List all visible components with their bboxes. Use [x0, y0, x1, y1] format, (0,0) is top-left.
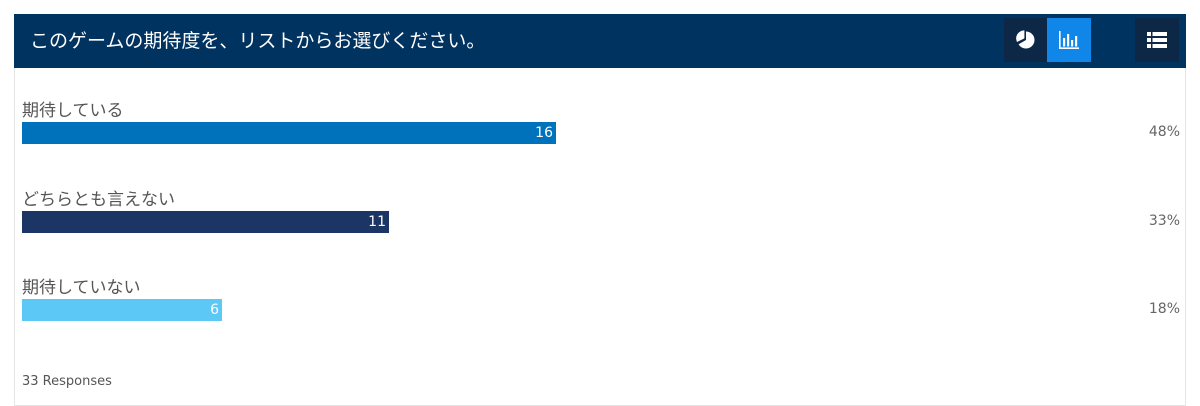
bar-value-label: 6 — [210, 302, 219, 318]
category-label: どちらとも言えない — [22, 190, 175, 210]
percent-label: 18% — [1148, 301, 1180, 317]
horizontal-bar-chart: 期待している 16 48% どちらとも言えない 11 33% 期待していない 6 18% — [0, 0, 1200, 406]
response-count: 33 Responses — [22, 374, 112, 389]
category-label: 期待している — [22, 101, 124, 121]
percent-label: 48% — [1148, 124, 1180, 140]
bar-value-label: 11 — [368, 214, 386, 230]
category-label: 期待していない — [22, 278, 141, 298]
bar-value-label: 16 — [535, 125, 553, 141]
percent-label: 33% — [1148, 213, 1180, 229]
